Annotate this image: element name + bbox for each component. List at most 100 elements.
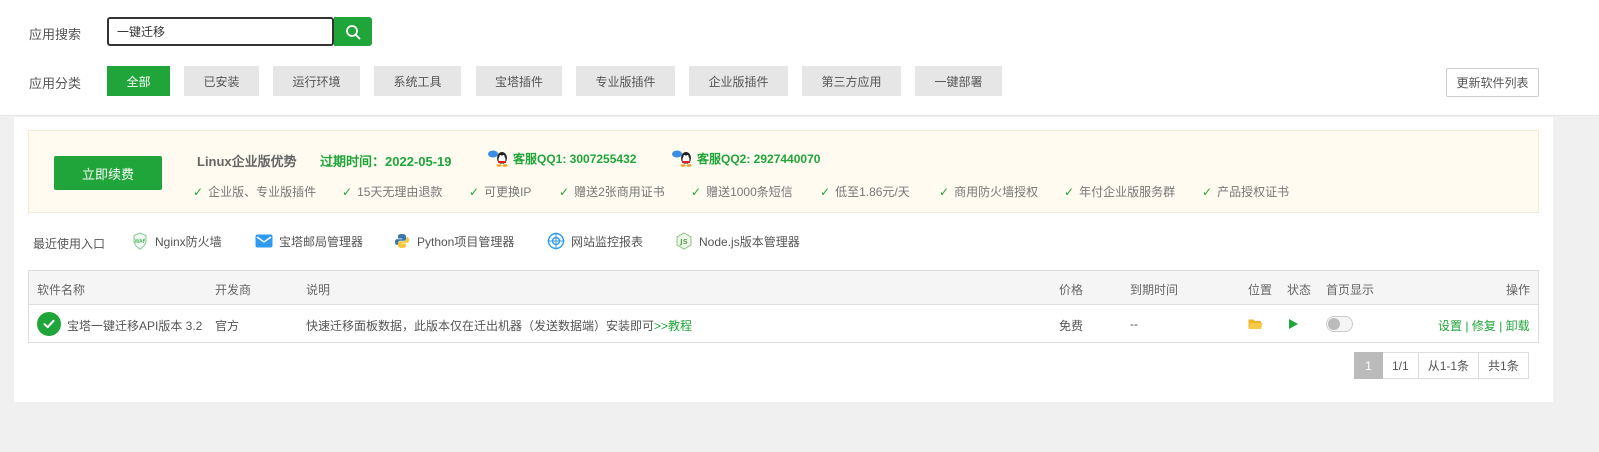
- qq1-contact[interactable]: 客服QQ1: 3007255432: [486, 149, 636, 167]
- refresh-list-button[interactable]: 更新软件列表: [1446, 68, 1539, 97]
- folder-icon[interactable]: [1248, 318, 1263, 333]
- check-icon: ✓: [469, 184, 480, 199]
- svg-text:JS: JS: [679, 238, 688, 246]
- recent-item-nginx-firewall[interactable]: WAF Nginx防火墙: [131, 232, 222, 250]
- perk-label: 低至1.86元/天: [835, 185, 910, 199]
- perk-item: ✓ 年付企业版服务群: [1064, 183, 1175, 200]
- separator: |: [1465, 319, 1469, 333]
- python-icon: [393, 232, 411, 250]
- perk-label: 15天无理由退款: [357, 185, 443, 199]
- recent-item-label: 网站监控报表: [571, 234, 644, 249]
- settings-link[interactable]: 设置: [1438, 319, 1462, 333]
- perk-label: 年付企业版服务群: [1079, 185, 1176, 199]
- top-panel: 应用搜索 应用分类 全部 已安装 运行环境 系统工具 宝塔插件 专业版插件 企业…: [0, 0, 1599, 116]
- tutorial-link[interactable]: >>教程: [654, 319, 692, 333]
- check-icon: ✓: [820, 184, 831, 199]
- recent-item-site-monitor[interactable]: 网站监控报表: [547, 232, 643, 250]
- homepage-toggle[interactable]: [1326, 316, 1353, 332]
- qq1-text: 客服QQ1: 3007255432: [513, 151, 637, 166]
- qq2-contact[interactable]: 客服QQ2: 2927440070: [670, 149, 820, 167]
- recent-item-nodejs-manager[interactable]: JS Node.js版本管理器: [675, 232, 800, 250]
- software-description: 快速迁移面板数据，此版本仅在迁出机器（发送数据端）安装即可>>教程: [306, 317, 692, 334]
- search-icon: [346, 24, 361, 39]
- play-icon[interactable]: [1288, 318, 1299, 333]
- col-description: 说明: [306, 283, 331, 297]
- category-label: 应用分类: [29, 76, 82, 91]
- page-count: 1/1: [1383, 352, 1419, 379]
- tab-pro-plugins[interactable]: 专业版插件: [576, 66, 675, 96]
- check-icon: ✓: [1202, 184, 1213, 199]
- check-icon: ✓: [559, 184, 570, 199]
- tab-one-click-deploy[interactable]: 一键部署: [915, 66, 1002, 96]
- perk-label: 赠送1000条短信: [706, 185, 793, 199]
- col-operations: 操作: [1506, 283, 1531, 297]
- recent-item-label: Nginx防火墙: [155, 234, 222, 249]
- tab-installed[interactable]: 已安装: [184, 66, 259, 96]
- renew-button[interactable]: 立即续费: [54, 156, 162, 190]
- col-status: 状态: [1287, 283, 1312, 297]
- page-range: 从1-1条: [1418, 352, 1480, 379]
- qq2-text: 客服QQ2: 2927440070: [697, 151, 821, 166]
- col-price: 价格: [1059, 283, 1084, 297]
- enterprise-promo: 立即续费 Linux企业版优势 过期时间：2022-05-19 客服QQ1: 3…: [28, 130, 1539, 213]
- check-icon: ✓: [342, 184, 353, 199]
- promo-title: Linux企业版优势: [197, 154, 297, 169]
- uninstall-link[interactable]: 卸载: [1506, 319, 1530, 333]
- recent-item-label: Node.js版本管理器: [699, 234, 800, 249]
- page-total: 共1条: [1479, 352, 1529, 379]
- tab-runtime[interactable]: 运行环境: [273, 66, 360, 96]
- software-expire: --: [1130, 317, 1138, 331]
- perk-item: ✓ 产品授权证书: [1202, 183, 1289, 200]
- perk-item: ✓ 商用防火墙授权: [939, 183, 1038, 200]
- table-header: 软件名称 开发商 说明 价格 到期时间 位置 状态 首页显示 操作: [29, 271, 1538, 305]
- recent-label: 最近使用入口: [33, 237, 106, 251]
- perk-item: ✓ 可更换IP: [469, 183, 531, 200]
- repair-link[interactable]: 修复: [1472, 319, 1496, 333]
- software-developer: 官方: [215, 319, 240, 333]
- check-icon: [37, 312, 61, 336]
- tab-all[interactable]: 全部: [107, 66, 170, 96]
- col-expire: 到期时间: [1130, 283, 1179, 297]
- main-panel: 立即续费 Linux企业版优势 过期时间：2022-05-19 客服QQ1: 3…: [14, 117, 1553, 402]
- tab-enterprise-plugins[interactable]: 企业版插件: [689, 66, 788, 96]
- check-icon: ✓: [193, 184, 204, 199]
- software-name: 宝塔一键迁移API版本 3.2: [67, 319, 203, 333]
- pagination: 1 1/1 从1-1条 共1条: [1354, 352, 1529, 379]
- software-price: 免费: [1059, 319, 1084, 333]
- recent-item-mail-manager[interactable]: 宝塔邮局管理器: [255, 232, 363, 250]
- tab-bt-plugins[interactable]: 宝塔插件: [476, 66, 562, 96]
- perk-label: 商用防火墙授权: [954, 185, 1039, 199]
- monitor-report-icon: [547, 232, 565, 250]
- table-row: 宝塔一键迁移API版本 3.2 官方 快速迁移面板数据，此版本仅在迁出机器（发送…: [29, 305, 1538, 342]
- search-button[interactable]: [334, 17, 372, 46]
- recent-item-python-manager[interactable]: Python项目管理器: [393, 232, 514, 250]
- separator: |: [1499, 319, 1503, 333]
- row-operations: 设置 | 修复 | 卸载: [1438, 317, 1530, 334]
- tab-system-tools[interactable]: 系统工具: [374, 66, 461, 96]
- qq-icon: [672, 150, 692, 167]
- check-icon: ✓: [691, 184, 702, 199]
- mail-icon: [255, 232, 273, 250]
- toggle-knob: [1328, 318, 1340, 330]
- perk-label: 可更换IP: [484, 185, 532, 199]
- search-input[interactable]: [107, 17, 334, 46]
- recent-item-label: 宝塔邮局管理器: [279, 234, 364, 249]
- col-homepage: 首页显示: [1326, 283, 1375, 297]
- perk-item: ✓ 企业版、专业版插件: [193, 183, 316, 200]
- perk-item: ✓ 赠送2张商用证书: [559, 183, 665, 200]
- perk-label: 产品授权证书: [1217, 185, 1290, 199]
- search-label: 应用搜索: [29, 27, 82, 42]
- check-icon: ✓: [1064, 184, 1075, 199]
- expire-date: 过期时间：2022-05-19: [320, 154, 452, 169]
- col-name: 软件名称: [37, 283, 86, 297]
- perk-item: ✓ 赠送1000条短信: [691, 183, 793, 200]
- col-developer: 开发商: [215, 283, 252, 297]
- perk-item: ✓ 低至1.86元/天: [820, 183, 910, 200]
- page-current[interactable]: 1: [1354, 352, 1383, 379]
- software-table: 软件名称 开发商 说明 价格 到期时间 位置 状态 首页显示 操作 宝塔一键迁移…: [28, 270, 1539, 343]
- description-text: 快速迁移面板数据，此版本仅在迁出机器（发送数据端）安装即可: [306, 319, 655, 333]
- svg-text:WAF: WAF: [135, 239, 146, 245]
- tab-third-party[interactable]: 第三方应用: [802, 66, 901, 96]
- perk-label: 企业版、专业版插件: [208, 185, 317, 199]
- qq-icon: [488, 150, 508, 167]
